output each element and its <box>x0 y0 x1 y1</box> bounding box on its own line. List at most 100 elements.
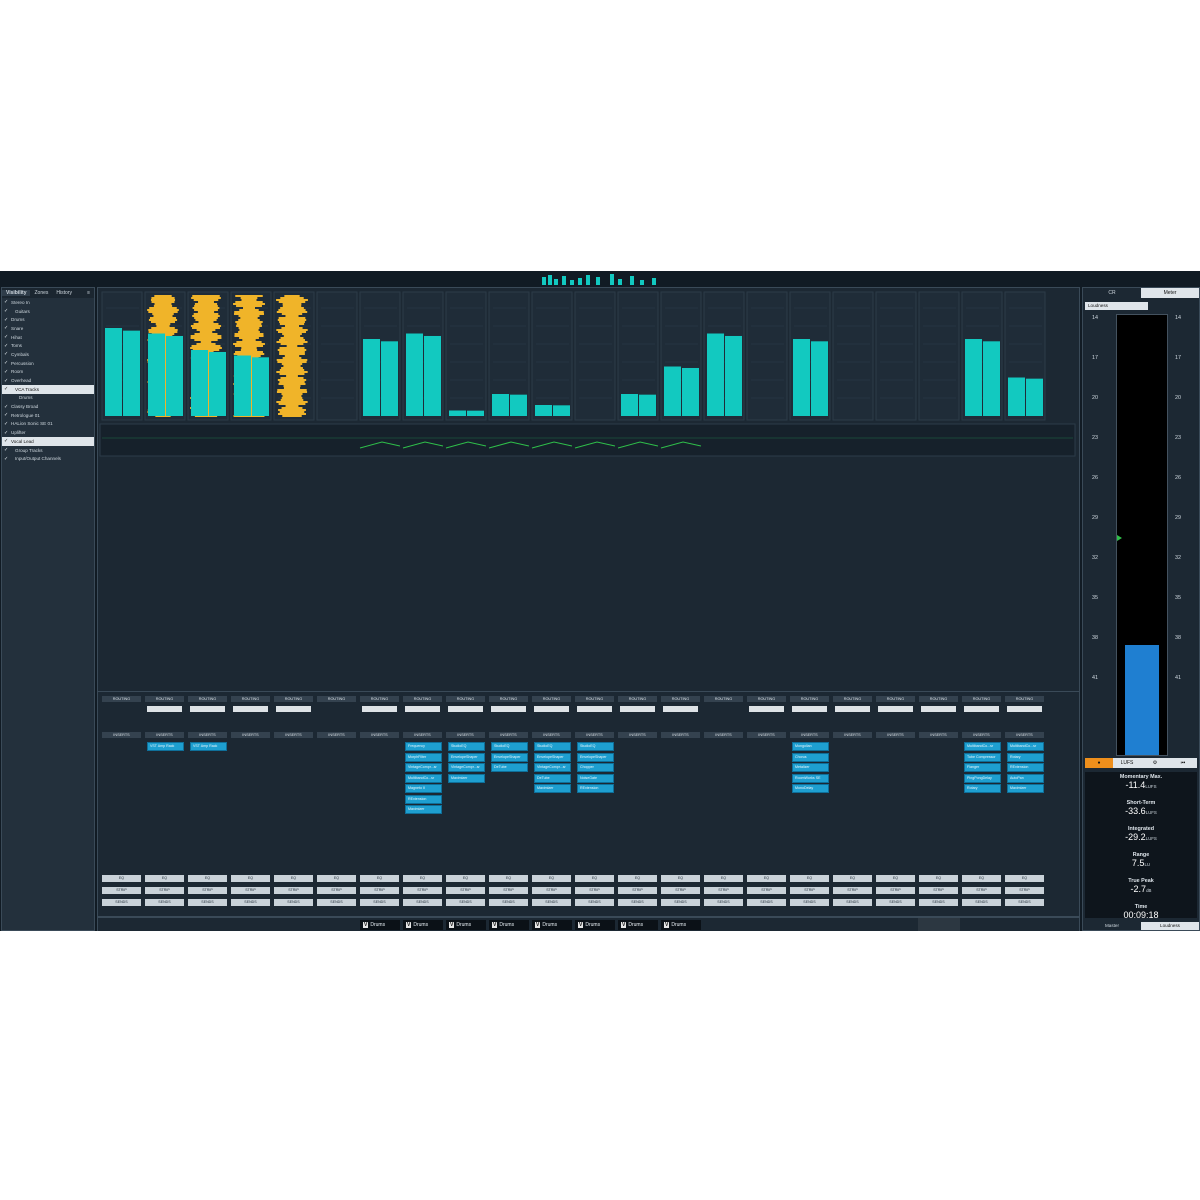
insert-plugin-slot[interactable]: RoomWorks SE <box>792 773 829 783</box>
visibility-item[interactable]: ✓ Percussion <box>2 359 94 368</box>
inserts-header[interactable]: INSERTS <box>962 732 1001 738</box>
inserts-header[interactable]: INSERTS <box>403 732 442 738</box>
routing-header[interactable]: ROUTING <box>575 696 614 702</box>
routing-header[interactable]: ROUTING <box>102 696 141 702</box>
eq-section[interactable]: EQ <box>274 875 313 882</box>
strip-section[interactable]: STRIP <box>317 887 356 894</box>
inserts-header[interactable]: INSERTS <box>618 732 657 738</box>
insert-plugin-slot[interactable]: DeTube <box>491 763 528 772</box>
inserts-header[interactable]: INSERTS <box>790 732 829 738</box>
strip-section[interactable]: STRIP <box>618 887 657 894</box>
insert-plugin-slot[interactable]: AutoPan <box>1007 773 1044 783</box>
routing-header[interactable]: ROUTING <box>274 696 313 702</box>
tab-loudness[interactable]: Loudness <box>1141 922 1199 930</box>
routing-slot[interactable] <box>147 706 182 712</box>
strip-section[interactable]: STRIP <box>446 887 485 894</box>
inserts-header[interactable]: INSERTS <box>575 732 614 738</box>
insert-plugin-slot[interactable]: RExtension <box>577 784 614 793</box>
strip-section[interactable]: STRIP <box>919 887 958 894</box>
routing-slot[interactable] <box>663 706 698 712</box>
strip-section[interactable]: STRIP <box>489 887 528 894</box>
visibility-item[interactable]: ✓ Overhead <box>2 376 94 385</box>
routing-header[interactable]: ROUTING <box>188 696 227 702</box>
sends-section[interactable]: SENDS <box>532 899 571 906</box>
insert-plugin-slot[interactable]: MonoDelay <box>792 784 829 793</box>
sends-section[interactable]: SENDS <box>661 899 700 906</box>
sends-section[interactable]: SENDS <box>489 899 528 906</box>
eq-section[interactable]: EQ <box>962 875 1001 882</box>
tab-cr[interactable]: CR <box>1083 288 1141 298</box>
vca-tag[interactable]: V Drums <box>403 920 443 930</box>
routing-slot[interactable] <box>491 706 526 712</box>
vca-tag[interactable]: V Drums <box>489 920 529 930</box>
insert-plugin-slot[interactable]: Flanger <box>964 763 1001 772</box>
strip-section[interactable]: STRIP <box>790 887 829 894</box>
sends-section[interactable]: SENDS <box>360 899 399 906</box>
routing-header[interactable]: ROUTING <box>446 696 485 702</box>
routing-slot[interactable] <box>835 706 870 712</box>
inserts-header[interactable]: INSERTS <box>532 732 571 738</box>
visibility-item[interactable]: ✓ HALion Sonic SE 01 <box>2 420 94 429</box>
tab-visibility[interactable]: Visibility <box>2 290 31 296</box>
insert-plugin-slot[interactable]: Maximizer <box>534 784 571 793</box>
inserts-header[interactable]: INSERTS <box>876 732 915 738</box>
inserts-header[interactable]: INSERTS <box>360 732 399 738</box>
insert-plugin-slot[interactable]: VintageCompr...sr <box>448 763 485 772</box>
visibility-item[interactable]: ✓ Group Tracks <box>2 446 94 455</box>
insert-plugin-slot[interactable]: EnvelopeShaper <box>577 752 614 762</box>
routing-slot[interactable] <box>190 706 225 712</box>
routing-slot[interactable] <box>362 706 397 712</box>
insert-plugin-slot[interactable]: Rotary <box>1007 752 1044 762</box>
visibility-item[interactable]: ✓ Drums <box>2 315 94 324</box>
routing-header[interactable]: ROUTING <box>790 696 829 702</box>
eq-section[interactable]: EQ <box>704 875 743 882</box>
visibility-item[interactable]: ✓ Retrologue 01 <box>2 411 94 420</box>
routing-slot[interactable] <box>964 706 999 712</box>
eq-section[interactable]: EQ <box>317 875 356 882</box>
visibility-item[interactable]: ✓ Guitars <box>2 307 94 316</box>
visibility-item[interactable]: ✓ VCA Tracks <box>2 384 94 394</box>
routing-slot[interactable] <box>534 706 569 712</box>
visibility-item[interactable]: ✓ Room <box>2 368 94 377</box>
routing-header[interactable]: ROUTING <box>919 696 958 702</box>
sends-section[interactable]: SENDS <box>446 899 485 906</box>
tab-history[interactable]: History <box>52 290 76 296</box>
inserts-header[interactable]: INSERTS <box>102 732 141 738</box>
routing-slot[interactable] <box>921 706 956 712</box>
insert-plugin-slot[interactable]: RExtension <box>405 794 442 804</box>
eq-section[interactable]: EQ <box>231 875 270 882</box>
sends-section[interactable]: SENDS <box>575 899 614 906</box>
insert-plugin-slot[interactable]: Chopper <box>577 763 614 772</box>
routing-slot[interactable] <box>1007 706 1042 712</box>
insert-plugin-slot[interactable]: Mongolian <box>792 742 829 751</box>
tab-zones[interactable]: Zones <box>30 290 52 296</box>
inserts-header[interactable]: INSERTS <box>188 732 227 738</box>
insert-plugin-slot[interactable]: MultibandCo...sr <box>964 742 1001 751</box>
routing-slot[interactable] <box>448 706 483 712</box>
routing-header[interactable]: ROUTING <box>661 696 700 702</box>
eq-section[interactable]: EQ <box>446 875 485 882</box>
sends-section[interactable]: SENDS <box>188 899 227 906</box>
strip-section[interactable]: STRIP <box>876 887 915 894</box>
eq-section[interactable]: EQ <box>403 875 442 882</box>
sends-section[interactable]: SENDS <box>876 899 915 906</box>
inserts-header[interactable]: INSERTS <box>489 732 528 738</box>
routing-header[interactable]: ROUTING <box>618 696 657 702</box>
inserts-header[interactable]: INSERTS <box>919 732 958 738</box>
insert-plugin-slot[interactable]: PingPongDelay <box>964 773 1001 783</box>
sends-section[interactable]: SENDS <box>919 899 958 906</box>
routing-header[interactable]: ROUTING <box>962 696 1001 702</box>
eq-section[interactable]: EQ <box>661 875 700 882</box>
inserts-header[interactable]: INSERTS <box>1005 732 1044 738</box>
loudness-title[interactable]: Loudness <box>1085 302 1148 310</box>
visibility-item[interactable]: ✓ Hihat <box>2 333 94 342</box>
strip-section[interactable]: STRIP <box>747 887 786 894</box>
eq-section[interactable]: EQ <box>360 875 399 882</box>
insert-plugin-slot[interactable]: VintageCompr...sr <box>534 763 571 772</box>
strip-section[interactable]: STRIP <box>274 887 313 894</box>
strip-section[interactable]: STRIP <box>833 887 872 894</box>
sends-section[interactable]: SENDS <box>704 899 743 906</box>
eq-section[interactable]: EQ <box>102 875 141 882</box>
sends-section[interactable]: SENDS <box>231 899 270 906</box>
inserts-header[interactable]: INSERTS <box>446 732 485 738</box>
